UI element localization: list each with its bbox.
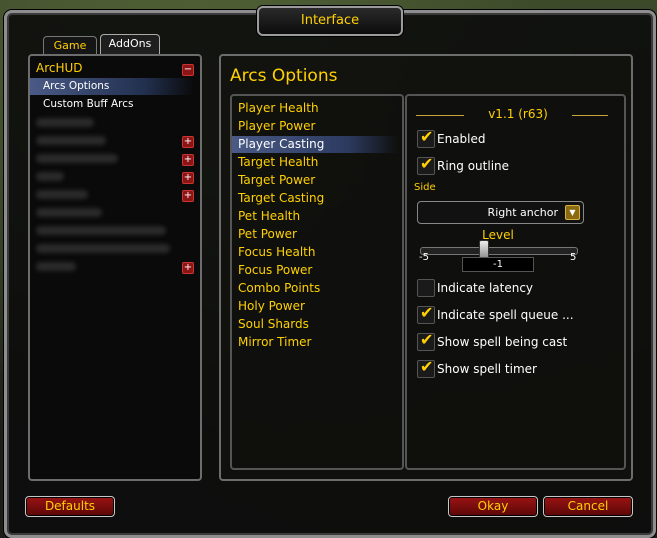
arc-item-focus-health[interactable]: Focus Health xyxy=(232,244,398,261)
divider xyxy=(572,115,608,116)
tab-addons[interactable]: AddOns xyxy=(100,34,160,55)
arc-item-target-casting[interactable]: Target Casting xyxy=(232,190,398,207)
checkbox-box[interactable]: ✔ xyxy=(417,303,435,324)
blurred-addon-entry[interactable] xyxy=(36,154,118,163)
okay-button[interactable]: Okay xyxy=(448,496,538,517)
checkbox-box[interactable]: ✔ xyxy=(417,357,435,378)
defaults-button[interactable]: Defaults xyxy=(25,496,115,517)
blurred-addon-entry[interactable] xyxy=(36,136,106,145)
level-slider-min: -5 xyxy=(419,252,429,263)
checkmark-icon: ✔ xyxy=(420,303,434,322)
blurred-addon-entry[interactable] xyxy=(36,172,64,181)
checkmark-icon: ✔ xyxy=(420,154,434,173)
expand-icon[interactable]: + xyxy=(182,136,194,148)
addon-list-panel: ArcHUD − Arcs Options Custom Buff Arcs +… xyxy=(28,54,202,481)
arc-item-target-health[interactable]: Target Health xyxy=(232,154,398,171)
arc-list: Player Health Player Power Player Castin… xyxy=(230,94,404,470)
side-dropdown-value: Right anchor xyxy=(487,206,558,219)
divider xyxy=(416,115,464,116)
checkbox-label: Indicate spell queue ... xyxy=(437,308,574,322)
page-title: Arcs Options xyxy=(230,66,338,86)
addon-subitem-arcs-options[interactable]: Arcs Options xyxy=(30,78,194,95)
blurred-addon-entry[interactable] xyxy=(36,208,102,217)
addon-subitem-custom-buff-arcs[interactable]: Custom Buff Arcs xyxy=(30,96,194,113)
checkmark-icon: ✔ xyxy=(420,330,434,349)
addon-item-label: ArcHUD xyxy=(36,61,83,75)
expand-icon[interactable]: + xyxy=(182,172,194,184)
addon-item-archud[interactable]: ArcHUD xyxy=(30,60,194,77)
arc-item-player-casting[interactable]: Player Casting xyxy=(232,136,398,153)
arc-item-focus-power[interactable]: Focus Power xyxy=(232,262,398,279)
arc-item-pet-health[interactable]: Pet Health xyxy=(232,208,398,225)
arc-item-player-power[interactable]: Player Power xyxy=(232,118,398,135)
version-label: v1.1 (r63) xyxy=(488,107,548,121)
checkbox-label: Show spell timer xyxy=(437,362,537,376)
checkbox-label: Show spell being cast xyxy=(437,335,568,349)
arc-item-pet-power[interactable]: Pet Power xyxy=(232,226,398,243)
checkbox-label: Indicate latency xyxy=(437,281,534,295)
checkbox-box[interactable]: ✔ xyxy=(417,330,435,351)
collapse-icon[interactable]: − xyxy=(182,64,194,76)
checkbox-box[interactable]: ✔ xyxy=(417,154,435,175)
expand-icon[interactable]: + xyxy=(182,154,194,166)
level-value-input[interactable]: -1 xyxy=(462,257,534,272)
blurred-addon-entry[interactable] xyxy=(36,262,76,271)
checkmark-icon: ✔ xyxy=(420,127,434,146)
arc-item-target-power[interactable]: Target Power xyxy=(232,172,398,189)
window-title: Interface xyxy=(257,6,403,36)
blurred-addon-entry[interactable] xyxy=(36,118,94,127)
arc-item-combo-points[interactable]: Combo Points xyxy=(232,280,398,297)
checkbox-label: Ring outline xyxy=(437,159,510,173)
checkbox-box[interactable]: ✔ xyxy=(417,127,435,148)
arc-item-soul-shards[interactable]: Soul Shards xyxy=(232,316,398,333)
tab-game[interactable]: Game xyxy=(43,36,97,55)
expand-icon[interactable]: + xyxy=(182,190,194,202)
chevron-down-icon[interactable]: ▼ xyxy=(565,205,580,220)
level-slider[interactable] xyxy=(420,247,578,255)
arc-item-holy-power[interactable]: Holy Power xyxy=(232,298,398,315)
side-label: Side xyxy=(414,182,436,193)
level-slider-max: 5 xyxy=(570,252,577,263)
blurred-addon-entry[interactable] xyxy=(36,226,166,235)
arc-item-player-health[interactable]: Player Health xyxy=(232,100,398,117)
cancel-button[interactable]: Cancel xyxy=(543,496,633,517)
side-dropdown[interactable]: Right anchor ▼ xyxy=(417,201,584,224)
arc-item-mirror-timer[interactable]: Mirror Timer xyxy=(232,334,398,351)
blurred-addon-entry[interactable] xyxy=(36,244,170,253)
blurred-addon-entry[interactable] xyxy=(36,190,88,199)
checkbox-label: Enabled xyxy=(437,132,486,146)
checkbox-box[interactable] xyxy=(417,279,435,297)
expand-icon[interactable]: + xyxy=(182,262,194,274)
checkmark-icon: ✔ xyxy=(420,357,434,376)
